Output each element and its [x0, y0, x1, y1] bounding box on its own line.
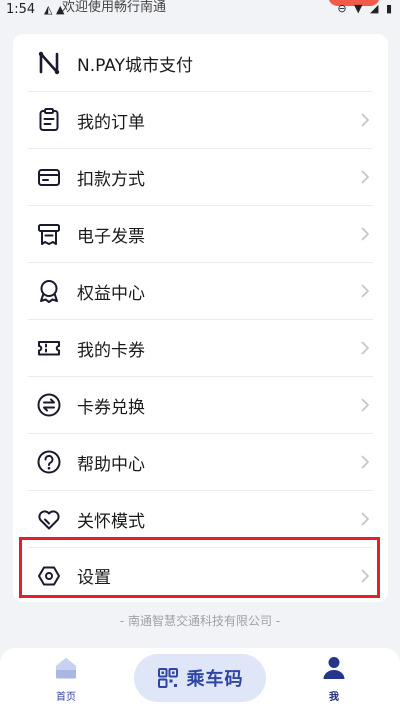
clipboard-icon — [36, 107, 62, 133]
menu-item-help[interactable]: 帮助中心 — [28, 434, 373, 491]
chevron-right-icon — [359, 112, 371, 128]
menu-label: N.PAY城市支付 — [77, 55, 193, 76]
chevron-right-icon — [359, 454, 371, 470]
menu-item-payment[interactable]: 扣款方式 — [28, 149, 373, 206]
company-name: - 南通智慧交通科技有限公司 - — [119, 614, 281, 628]
menu-label: 电子发票 — [77, 226, 145, 247]
menu-item-exchange[interactable]: 卡券兑换 — [28, 377, 373, 434]
menu-label: 帮助中心 — [77, 454, 145, 475]
menu-label: 权益中心 — [77, 283, 145, 304]
chevron-right-icon — [359, 169, 371, 185]
menu-item-invoice[interactable]: 电子发票 — [28, 206, 373, 263]
qr-code-icon — [157, 668, 178, 688]
nav-home-label: 首页 — [56, 692, 76, 703]
nav-home[interactable]: 首页 — [46, 654, 86, 703]
nav-me[interactable]: 我 — [314, 654, 354, 703]
status-bar: 1:54 ◭ ▲ 欢迎使用畅行南通 ⊖ ▼ ◢ ▮ — [0, 0, 400, 20]
ride-code-label: 乘车码 — [186, 669, 244, 690]
receipt-icon — [36, 221, 62, 247]
menu-card: N.PAY城市支付 我的订单 扣款方式 电子发票 权益中心 我的卡券 卡券兑换 … — [13, 34, 388, 602]
nav-me-label: 我 — [329, 692, 339, 703]
badge-icon — [36, 278, 62, 304]
card-icon — [36, 164, 62, 190]
system-status-icons: ⊖ ▼ ◢ ▮ — [337, 2, 394, 15]
menu-item-benefits[interactable]: 权益中心 — [28, 263, 373, 320]
menu-item-npay[interactable]: N.PAY城市支付 — [28, 35, 373, 92]
user-icon — [323, 657, 345, 679]
chevron-right-icon — [359, 511, 371, 527]
welcome-toast: 欢迎使用畅行南通 — [62, 0, 167, 15]
menu-item-coupons[interactable]: 我的卡券 — [28, 320, 373, 377]
menu-item-orders[interactable]: 我的订单 — [28, 92, 373, 149]
heart-icon — [36, 506, 62, 532]
chevron-right-icon — [359, 397, 371, 413]
ride-code-button[interactable]: 乘车码 — [134, 654, 266, 702]
chevron-right-icon — [359, 340, 371, 356]
chevron-right-icon — [359, 283, 371, 299]
ticket-icon — [36, 335, 62, 361]
swap-icon — [36, 392, 62, 418]
question-icon — [36, 449, 62, 475]
menu-label: 我的卡券 — [77, 340, 145, 361]
n-logo-icon — [36, 50, 62, 76]
menu-label: 扣款方式 — [77, 169, 145, 190]
status-time: 1:54 — [6, 2, 36, 17]
menu-label: 我的订单 — [77, 112, 145, 133]
menu-label: 关怀模式 — [77, 511, 145, 532]
menu-label: 卡券兑换 — [77, 397, 145, 418]
settings-highlight-box — [19, 537, 380, 598]
home-icon — [56, 658, 76, 679]
chevron-right-icon — [359, 226, 371, 242]
